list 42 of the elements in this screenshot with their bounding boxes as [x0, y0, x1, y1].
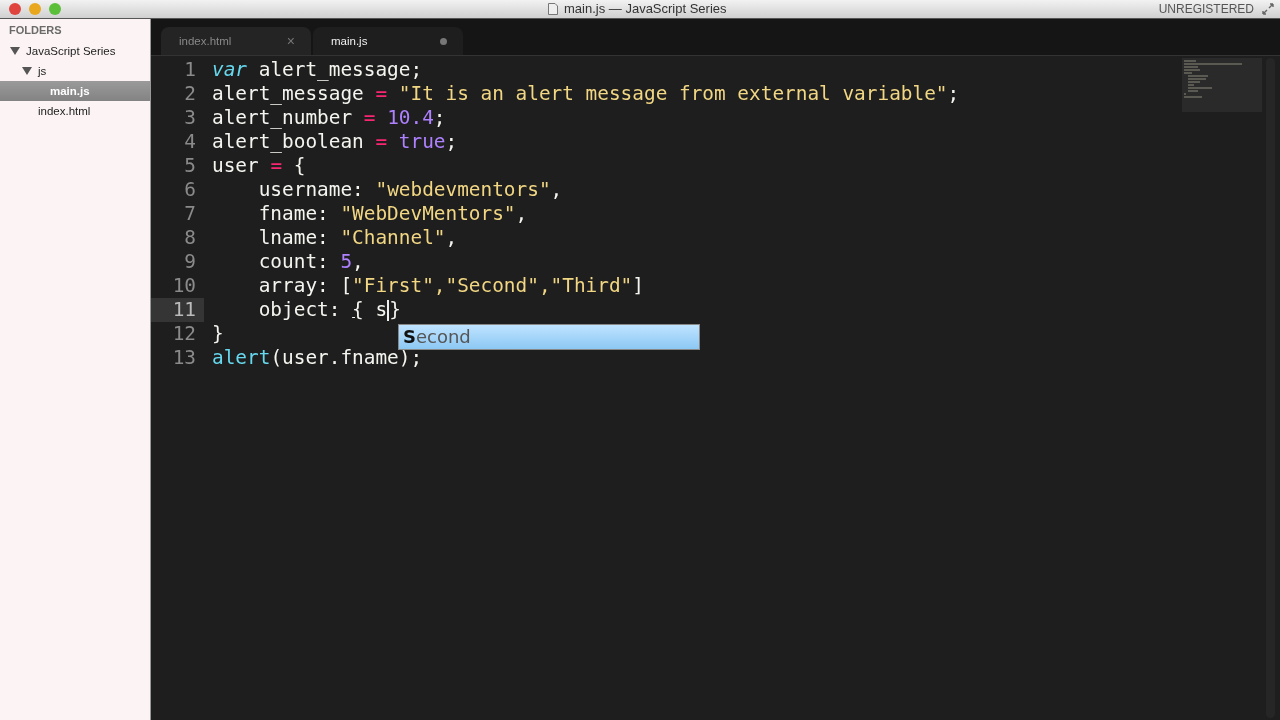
close-tab-button[interactable]: × [286, 33, 295, 49]
line-number: 2 [183, 82, 197, 106]
minimap[interactable] [1182, 58, 1262, 112]
sidebar-heading: FOLDERS [8, 23, 63, 38]
line-number: 5 [183, 154, 197, 178]
editor-tab[interactable]: index.html × [161, 27, 311, 55]
editor-tab[interactable]: main.js [313, 27, 463, 55]
code-line: var alert_message; [211, 58, 423, 82]
code-line: } [211, 322, 224, 346]
license-status: UNREGISTERED [1158, 2, 1254, 16]
line-number: 7 [183, 202, 197, 226]
unsaved-dot-icon[interactable] [440, 37, 447, 45]
code-line: lname: "Channel", [257, 226, 458, 250]
folder-tree-item[interactable]: js [0, 61, 150, 81]
autocomplete-item[interactable]: Second [399, 325, 699, 349]
folder-tree-item[interactable]: index.html [0, 101, 150, 121]
code-line: object: { s} [257, 298, 401, 322]
code-line: alert(user.fname); [211, 346, 423, 370]
code-line: alert_boolean = true; [211, 130, 458, 154]
code-line: fname: "WebDevMentors", [257, 202, 528, 226]
line-number: 9 [183, 250, 197, 274]
code-line: count: 5, [257, 250, 364, 274]
line-number: 13 [171, 346, 197, 370]
code-line: user = { [211, 154, 306, 178]
fullscreen-icon[interactable] [1262, 3, 1274, 15]
folder-tree-item[interactable]: JavaScript Series [0, 41, 150, 61]
line-number: 3 [183, 106, 197, 130]
code-line: username: "webdevmentors", [257, 178, 563, 202]
close-icon[interactable] [9, 3, 21, 15]
line-number: 4 [183, 130, 197, 154]
line-number: 8 [183, 226, 197, 250]
document-icon [548, 2, 558, 15]
line-number: 10 [171, 274, 197, 298]
line-number: 1 [183, 58, 197, 82]
window-title: main.js — JavaScript Series [564, 1, 727, 16]
code-line: alert_message = "It is an alert message from external variable"; [211, 82, 960, 106]
line-number: 12 [171, 322, 197, 346]
code-line: array: ["First","Second","Third"] [257, 274, 644, 298]
zoom-icon[interactable] [49, 3, 61, 15]
line-number: 6 [183, 178, 197, 202]
line-number: 11 [151, 298, 204, 322]
code-line: alert_number = 10.4; [211, 106, 446, 130]
